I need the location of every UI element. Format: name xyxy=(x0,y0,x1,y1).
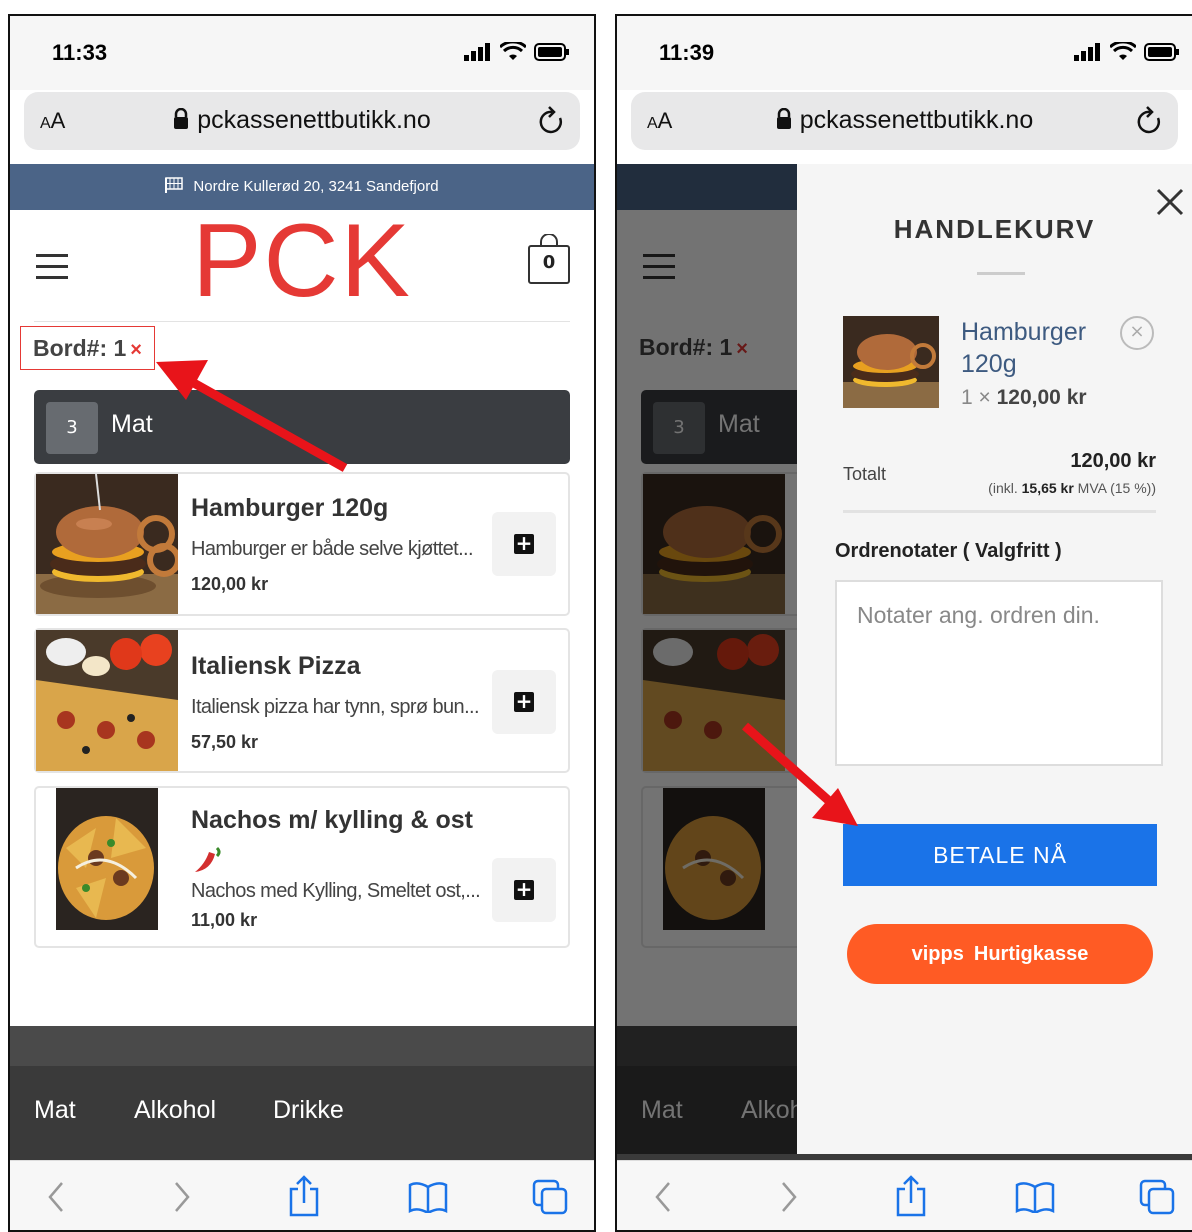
status-bar: 11:33 xyxy=(10,16,594,90)
vat-info: (inkl. 15,65 kr MVA (15 %)) xyxy=(988,480,1156,496)
store-address: Nordre Kullerød 20, 3241 Sandefjord xyxy=(193,178,439,195)
product-description: Italiensk pizza har tynn, sprø bun... xyxy=(191,696,480,718)
share-icon[interactable] xyxy=(288,1175,320,1217)
product-card[interactable]: Hamburger 120g Hamburger er både selve k… xyxy=(34,472,570,616)
url-text: pckassenettbutikk.no xyxy=(197,106,431,134)
product-name[interactable]: Hamburger 120g xyxy=(191,494,388,523)
status-time: 11:39 xyxy=(659,40,715,65)
add-to-cart-button[interactable]: + xyxy=(492,858,556,922)
vipps-express-button[interactable]: vipps Hurtigkasse xyxy=(847,924,1153,984)
wifi-icon xyxy=(1110,42,1136,60)
phone-screen-cart: 11:39 AA pckassenettbutikk.no Bord#: 1× … xyxy=(615,14,1192,1232)
cart-count: 0 xyxy=(542,252,556,273)
cart-item-price: 120,00 kr xyxy=(996,386,1087,409)
remove-table-button[interactable]: × xyxy=(130,339,142,361)
product-description: Hamburger er både selve kjøttet... xyxy=(191,538,474,560)
safari-toolbar xyxy=(10,1160,594,1230)
safari-toolbar xyxy=(617,1160,1192,1230)
store-header: PCK 0 xyxy=(10,203,594,322)
plus-icon: + xyxy=(514,689,534,713)
header-divider xyxy=(34,321,570,322)
signal-icon xyxy=(1074,43,1100,61)
tabs-icon[interactable] xyxy=(1139,1179,1175,1215)
category-nav: Mat Alkohol Drikke xyxy=(10,1066,594,1160)
store-logo[interactable]: PCK xyxy=(10,202,594,321)
nav-item-drikke[interactable]: Drikke xyxy=(273,1096,344,1125)
cart-button[interactable]: 0 xyxy=(528,234,570,284)
add-to-cart-button[interactable]: + xyxy=(492,512,556,576)
category-count-badge: 3 xyxy=(46,402,98,454)
product-name[interactable]: Italiensk Pizza xyxy=(191,652,361,681)
cart-item-image xyxy=(843,316,939,408)
wifi-icon xyxy=(500,42,526,60)
url-text: pckassenettbutikk.no xyxy=(799,106,1034,134)
battery-icon xyxy=(534,43,569,61)
order-notes-label: Ordrenotater ( Valgfritt ) xyxy=(835,540,1062,562)
footer-spacer xyxy=(10,1026,594,1066)
status-icons xyxy=(1074,42,1180,62)
nav-item-mat[interactable]: Mat xyxy=(34,1096,76,1125)
bookmarks-icon[interactable] xyxy=(408,1181,448,1213)
cart-title: HANDLEKURV xyxy=(893,214,1096,244)
lock-icon xyxy=(174,108,189,129)
product-price: 120,00 kr xyxy=(191,574,269,594)
forward-icon[interactable] xyxy=(172,1179,192,1215)
product-price: 57,50 kr xyxy=(191,732,259,752)
battery-icon xyxy=(1144,43,1179,61)
product-card[interactable]: Nachos m/ kylling & ost Nachos med Kylli… xyxy=(34,786,570,948)
cart-item-name[interactable]: Hamburger 120g xyxy=(961,316,1101,380)
category-name: Mat xyxy=(111,410,153,438)
forward-icon[interactable] xyxy=(779,1179,799,1215)
cart-item-qty: 1 × 120,00 kr xyxy=(961,386,1087,409)
plus-icon: + xyxy=(514,877,534,901)
status-icons xyxy=(464,42,570,62)
status-time: 11:33 xyxy=(52,40,108,65)
nachos-image xyxy=(56,788,158,930)
title-underline xyxy=(977,272,1025,275)
bookmarks-icon[interactable] xyxy=(1015,1181,1055,1213)
total-separator xyxy=(843,510,1156,513)
status-bar: 11:39 xyxy=(617,16,1192,90)
lock-icon xyxy=(776,108,791,129)
total-label: Totalt xyxy=(843,464,887,484)
url-bar[interactable]: AA pckassenettbutikk.no xyxy=(631,92,1178,150)
reload-icon[interactable] xyxy=(1136,106,1164,136)
nav-item-alkohol[interactable]: Alkohol xyxy=(134,1096,216,1125)
url-bar[interactable]: AA pckassenettbutikk.no xyxy=(24,92,580,150)
share-icon[interactable] xyxy=(895,1175,927,1217)
chili-icon xyxy=(195,846,221,872)
signal-icon xyxy=(464,43,490,61)
product-name[interactable]: Nachos m/ kylling & ost xyxy=(191,806,473,835)
order-notes-input[interactable] xyxy=(835,580,1163,766)
tabs-icon[interactable] xyxy=(532,1179,568,1215)
product-description: Nachos med Kylling, Smeltet ost,... xyxy=(191,880,481,902)
product-price: 11,00 kr xyxy=(191,910,258,930)
add-to-cart-button[interactable]: + xyxy=(492,670,556,734)
total-amount: 120,00 kr xyxy=(1070,450,1156,472)
cart-drawer: HANDLEKURV Hamburger 120g × 1 × 120,00 k… xyxy=(797,164,1192,1154)
hamburger-image xyxy=(36,474,178,614)
back-icon[interactable] xyxy=(46,1179,66,1215)
table-number-tag: Bord#: 1× xyxy=(20,326,155,370)
reload-icon[interactable] xyxy=(538,106,566,136)
pay-now-button[interactable]: BETALE NÅ xyxy=(843,824,1157,886)
plus-icon: + xyxy=(514,531,534,555)
phone-screen-menu: 11:33 AA pckassenettbutikk.no Nordre Kul… xyxy=(8,14,596,1232)
product-card[interactable]: Italiensk Pizza Italiensk pizza har tynn… xyxy=(34,628,570,773)
back-icon[interactable] xyxy=(653,1179,673,1215)
remove-item-button[interactable]: × xyxy=(1120,316,1154,350)
pizza-image xyxy=(36,630,178,771)
flag-icon xyxy=(165,177,184,193)
category-header-mat[interactable]: 3 Mat xyxy=(34,390,570,464)
vipps-logo: vipps xyxy=(911,943,964,965)
